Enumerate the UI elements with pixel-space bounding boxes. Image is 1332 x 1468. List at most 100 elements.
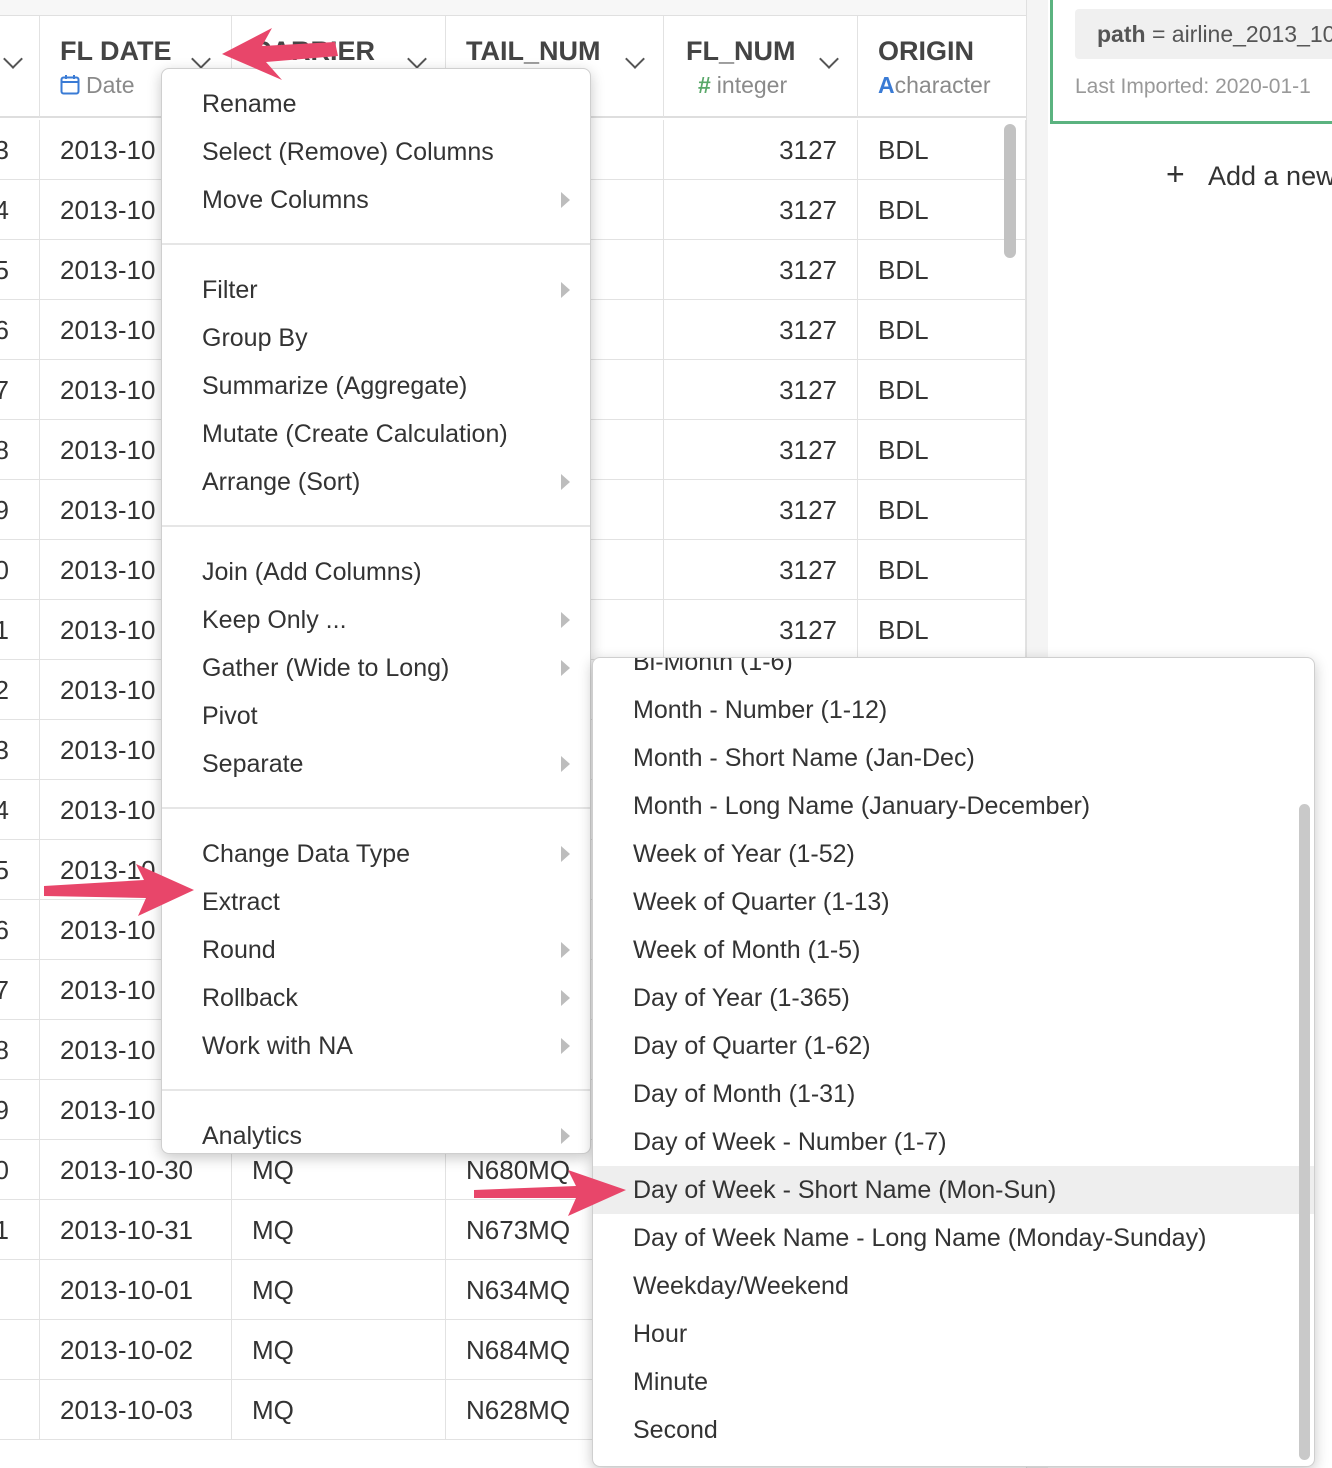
- menu-item-analytics[interactable]: Analytics: [162, 1113, 590, 1153]
- chevron-down-icon[interactable]: [407, 49, 427, 69]
- menu-item-keep-only[interactable]: Keep Only ...: [162, 597, 590, 643]
- extract-option-weekday-weekend[interactable]: Weekday/Weekend: [593, 1262, 1314, 1310]
- chevron-down-icon[interactable]: [819, 49, 839, 69]
- menu-item-summarize-aggregate[interactable]: Summarize (Aggregate): [162, 363, 590, 409]
- row-index-cell[interactable]: 25: [0, 840, 40, 900]
- row-index-cell[interactable]: 24: [0, 780, 40, 840]
- fl-num-cell[interactable]: 3127: [664, 600, 858, 660]
- fl-num-cell[interactable]: 3127: [664, 120, 858, 180]
- row-index-cell[interactable]: 21: [0, 600, 40, 660]
- fl-num-cell[interactable]: 3127: [664, 480, 858, 540]
- origin-cell[interactable]: BDL: [858, 540, 1026, 600]
- row-index-cell[interactable]: 29: [0, 1080, 40, 1140]
- fl-num-cell[interactable]: 3127: [664, 180, 858, 240]
- origin-cell[interactable]: BDL: [858, 240, 1026, 300]
- extract-option-month-number-1-12[interactable]: Month - Number (1-12): [593, 686, 1314, 734]
- header-row-index[interactable]: [0, 16, 40, 118]
- hash-icon: #: [698, 72, 711, 98]
- step-card-import[interactable]: path = airline_2013_10 Last Imported: 20…: [1050, 0, 1332, 124]
- fl-num-cell[interactable]: 3127: [664, 300, 858, 360]
- menu-item-round[interactable]: Round: [162, 927, 590, 973]
- extract-option-month-long-name-january-december[interactable]: Month - Long Name (January-December): [593, 782, 1314, 830]
- row-index-cell[interactable]: 27: [0, 960, 40, 1020]
- row-index-cell[interactable]: 2: [0, 1320, 40, 1380]
- carrier-cell[interactable]: MQ: [232, 1200, 446, 1260]
- row-index-cell[interactable]: 15: [0, 240, 40, 300]
- fl-date-cell[interactable]: 2013-10-02: [40, 1320, 232, 1380]
- extract-option-day-of-month-1-31[interactable]: Day of Month (1-31): [593, 1070, 1314, 1118]
- origin-cell[interactable]: BDL: [858, 420, 1026, 480]
- header-origin[interactable]: ORIGIN Acharacter: [858, 16, 1026, 118]
- fl-num-cell[interactable]: 3127: [664, 360, 858, 420]
- fl-num-cell[interactable]: 3127: [664, 540, 858, 600]
- chevron-down-icon[interactable]: [625, 49, 645, 69]
- menu-item-extract[interactable]: Extract: [162, 879, 590, 925]
- menu-item-rename[interactable]: Rename: [162, 81, 590, 127]
- fl-num-cell[interactable]: 3127: [664, 420, 858, 480]
- menu-item-move-columns[interactable]: Move Columns: [162, 177, 590, 223]
- row-index-cell[interactable]: 19: [0, 480, 40, 540]
- menu-item-separate[interactable]: Separate: [162, 741, 590, 787]
- menu-item-mutate-create-calculation[interactable]: Mutate (Create Calculation): [162, 411, 590, 457]
- row-index-cell[interactable]: 31: [0, 1200, 40, 1260]
- extract-option-hour[interactable]: Hour: [593, 1310, 1314, 1358]
- menu-item-filter[interactable]: Filter: [162, 267, 590, 313]
- extract-option-day-of-quarter-1-62[interactable]: Day of Quarter (1-62): [593, 1022, 1314, 1070]
- extract-option-day-of-week-name-long-name-monday-sunday[interactable]: Day of Week Name - Long Name (Monday-Sun…: [593, 1214, 1314, 1262]
- menu-item-pivot[interactable]: Pivot: [162, 693, 590, 739]
- origin-cell[interactable]: BDL: [858, 360, 1026, 420]
- fl-date-cell[interactable]: 2013-10-31: [40, 1200, 232, 1260]
- menu-item-select-remove-columns[interactable]: Select (Remove) Columns: [162, 129, 590, 175]
- extract-option-day-of-week-short-name-mon-sun[interactable]: Day of Week - Short Name (Mon-Sun): [593, 1166, 1314, 1214]
- menu-item-group-by[interactable]: Group By: [162, 315, 590, 361]
- extract-option-week-of-year-1-52[interactable]: Week of Year (1-52): [593, 830, 1314, 878]
- menu-item-label: Filter: [202, 276, 258, 304]
- row-index-cell[interactable]: 18: [0, 420, 40, 480]
- row-index-cell[interactable]: 16: [0, 300, 40, 360]
- row-index-cell[interactable]: 30: [0, 1140, 40, 1200]
- row-index-cell[interactable]: 14: [0, 180, 40, 240]
- row-index-cell[interactable]: 1: [0, 1260, 40, 1320]
- origin-cell[interactable]: BDL: [858, 600, 1026, 660]
- menu-item-rollback[interactable]: Rollback: [162, 975, 590, 1021]
- origin-cell[interactable]: BDL: [858, 180, 1026, 240]
- extract-option-day-of-year-1-365[interactable]: Day of Year (1-365): [593, 974, 1314, 1022]
- extract-option-week-of-quarter-1-13[interactable]: Week of Quarter (1-13): [593, 878, 1314, 926]
- row-index-cell[interactable]: 20: [0, 540, 40, 600]
- row-index-cell[interactable]: 13: [0, 120, 40, 180]
- extract-option-minute[interactable]: Minute: [593, 1358, 1314, 1406]
- fl-date-cell[interactable]: 2013-10-03: [40, 1380, 232, 1440]
- row-index-cell[interactable]: 26: [0, 900, 40, 960]
- extract-submenu-scrollbar[interactable]: [1299, 804, 1310, 1460]
- submenu-arrow-icon: [561, 660, 570, 676]
- menu-item-arrange-sort[interactable]: Arrange (Sort): [162, 459, 590, 505]
- extract-option-month-short-name-jan-dec[interactable]: Month - Short Name (Jan-Dec): [593, 734, 1314, 782]
- extract-option-week-of-month-1-5[interactable]: Week of Month (1-5): [593, 926, 1314, 974]
- row-index-cell[interactable]: 3: [0, 1380, 40, 1440]
- row-index-cell[interactable]: 23: [0, 720, 40, 780]
- row-index-cell[interactable]: 22: [0, 660, 40, 720]
- extract-option-bi-month-1-6[interactable]: Bi-Month (1-6): [593, 658, 1314, 686]
- menu-item-join-add-columns[interactable]: Join (Add Columns): [162, 549, 590, 595]
- origin-cell[interactable]: BDL: [858, 120, 1026, 180]
- menu-item-gather-wide-to-long[interactable]: Gather (Wide to Long): [162, 645, 590, 691]
- chevron-down-icon[interactable]: [191, 49, 211, 69]
- row-index-cell[interactable]: 28: [0, 1020, 40, 1080]
- add-step-button[interactable]: +Add a new step: [1166, 156, 1332, 193]
- carrier-cell[interactable]: MQ: [232, 1320, 446, 1380]
- origin-cell[interactable]: BDL: [858, 300, 1026, 360]
- grid-scrollbar-thumb[interactable]: [1004, 124, 1016, 258]
- menu-item-change-data-type[interactable]: Change Data Type: [162, 831, 590, 877]
- extract-option-second[interactable]: Second: [593, 1406, 1314, 1454]
- fl-num-cell[interactable]: 3127: [664, 240, 858, 300]
- menu-item-work-with-na[interactable]: Work with NA: [162, 1023, 590, 1069]
- chevron-down-icon[interactable]: [3, 49, 23, 69]
- carrier-cell[interactable]: MQ: [232, 1260, 446, 1320]
- header-fl-num[interactable]: FL_NUM # integer: [664, 16, 858, 118]
- extract-option-day-of-week-number-1-7[interactable]: Day of Week - Number (1-7): [593, 1118, 1314, 1166]
- fl-date-cell[interactable]: 2013-10-01: [40, 1260, 232, 1320]
- row-index-cell[interactable]: 17: [0, 360, 40, 420]
- submenu-arrow-icon: [561, 990, 570, 1006]
- origin-cell[interactable]: BDL: [858, 480, 1026, 540]
- carrier-cell[interactable]: MQ: [232, 1380, 446, 1440]
